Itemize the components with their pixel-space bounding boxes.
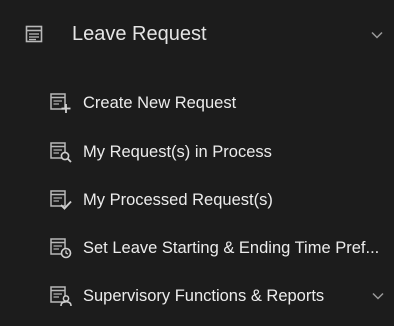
list-check-icon: [50, 190, 72, 210]
list-search-icon: [50, 142, 72, 163]
leave-request-menu-header[interactable]: Leave Request: [0, 0, 394, 70]
menu-item-label: My Request(s) in Process: [83, 143, 272, 161]
calendar-list-icon: [25, 25, 43, 43]
menu-item-label: My Processed Request(s): [83, 191, 273, 209]
list-supervisor-icon: [50, 286, 72, 307]
list-add-icon: [50, 93, 71, 113]
menu-item-processed-requests[interactable]: My Processed Request(s): [0, 183, 394, 217]
menu-item-label: Supervisory Functions & Reports: [83, 287, 325, 305]
menu-item-set-leave-time-preferences[interactable]: Set Leave Starting & Ending Time Pref...: [0, 231, 394, 265]
list-clock-icon: [50, 238, 72, 259]
sidebar-menu: Leave Request Create New Request My Requ…: [0, 0, 394, 326]
menu-item-supervisory-functions[interactable]: Supervisory Functions & Reports: [0, 279, 394, 313]
menu-item-label: Create New Request: [83, 94, 237, 112]
chevron-down-icon[interactable]: [372, 292, 384, 300]
chevron-down-icon[interactable]: [371, 31, 383, 39]
menu-item-label: Set Leave Starting & Ending Time Pref...: [83, 239, 380, 257]
leave-request-label: Leave Request: [72, 23, 207, 45]
menu-item-requests-in-process[interactable]: My Request(s) in Process: [0, 135, 394, 169]
menu-item-create-new-request[interactable]: Create New Request: [0, 86, 394, 120]
